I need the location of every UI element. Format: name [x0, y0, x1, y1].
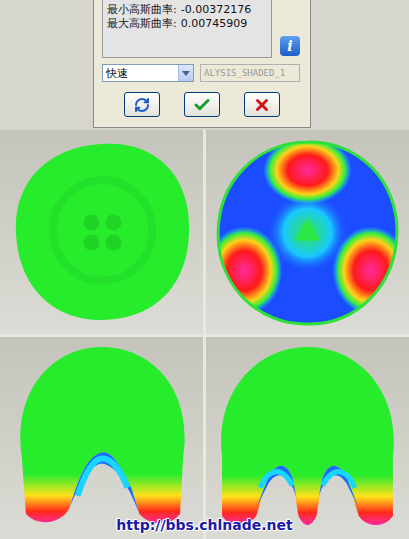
- result-line: 最小高斯曲率:-0.00372176: [107, 3, 267, 16]
- front-legs-view: [206, 337, 409, 539]
- curvature-analysis-dialog: 最小高斯曲率:-0.00372176最大高斯曲率:0.00745909 i 快速 AL…: [93, 0, 311, 128]
- dialog-area: 最小高斯曲率:-0.00372176最大高斯曲率:0.00745909 i 快速 AL…: [0, 0, 409, 130]
- curvature-map-view: [206, 130, 409, 334]
- close-icon: [253, 96, 271, 114]
- refresh-icon: [134, 97, 150, 113]
- ok-button[interactable]: [184, 92, 220, 117]
- viewport-grid: [0, 130, 409, 539]
- refresh-button[interactable]: [124, 92, 160, 117]
- readout-row: 最小高斯曲率:-0.00372176最大高斯曲率:0.00745909 i: [102, 0, 302, 58]
- dropdown-arrow-icon: [178, 65, 193, 81]
- result-box: 最小高斯曲率:-0.00372176最大高斯曲率:0.00745909: [102, 0, 272, 58]
- button-row: [102, 88, 302, 117]
- flat-surface-view: [0, 130, 203, 334]
- cad-analysis-screen: 最小高斯曲率:-0.00372176最大高斯曲率:0.00745909 i 快速 AL…: [0, 0, 409, 539]
- viewport[interactable]: [0, 130, 203, 334]
- viewport[interactable]: [206, 130, 409, 334]
- name-field: ALYSIS_SHADED_1: [200, 64, 300, 82]
- viewport[interactable]: [0, 337, 203, 539]
- viewport[interactable]: [206, 337, 409, 539]
- check-icon: [193, 96, 211, 114]
- control-row: 快速 ALYSIS_SHADED_1: [102, 64, 302, 82]
- result-line: 最大高斯曲率:0.00745909: [107, 17, 267, 30]
- front-notch-view: [0, 337, 203, 539]
- watermark: http://bbs.chlnade.net: [0, 517, 409, 533]
- quality-select[interactable]: 快速: [102, 64, 194, 82]
- info-icon[interactable]: i: [280, 36, 300, 56]
- cancel-button[interactable]: [244, 92, 280, 117]
